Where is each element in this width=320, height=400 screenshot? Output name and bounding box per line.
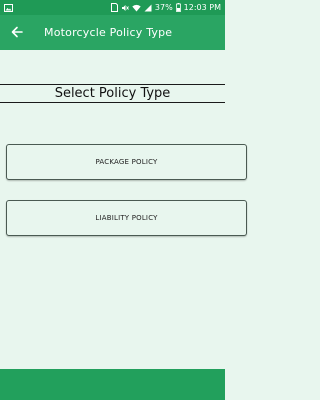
package-policy-button[interactable]: PACKAGE POLICY [6, 144, 247, 180]
section-heading-text: Select Policy Type [54, 86, 171, 101]
signal-icon [144, 4, 152, 12]
package-policy-label: PACKAGE POLICY [95, 158, 158, 166]
sim-icon [110, 3, 118, 12]
section-heading: Select Policy Type [0, 84, 225, 103]
image-icon [4, 3, 13, 12]
status-bar: 37% 12:03 PM [0, 0, 225, 15]
liability-policy-label: LIABILITY POLICY [95, 214, 158, 222]
status-left [4, 3, 13, 12]
liability-policy-button[interactable]: LIABILITY POLICY [6, 200, 247, 236]
status-right: 37% 12:03 PM [110, 3, 221, 12]
status-time: 12:03 PM [183, 3, 221, 12]
back-button[interactable] [0, 15, 34, 50]
wifi-icon [132, 4, 141, 12]
bottom-bar [0, 369, 225, 400]
mute-icon [121, 4, 129, 12]
app-bar: Motorcycle Policy Type [0, 15, 225, 50]
battery-icon [175, 3, 181, 12]
arrow-left-icon [11, 23, 23, 42]
signal-strength-text: 37% [154, 3, 173, 12]
page-title: Motorcycle Policy Type [44, 26, 173, 39]
